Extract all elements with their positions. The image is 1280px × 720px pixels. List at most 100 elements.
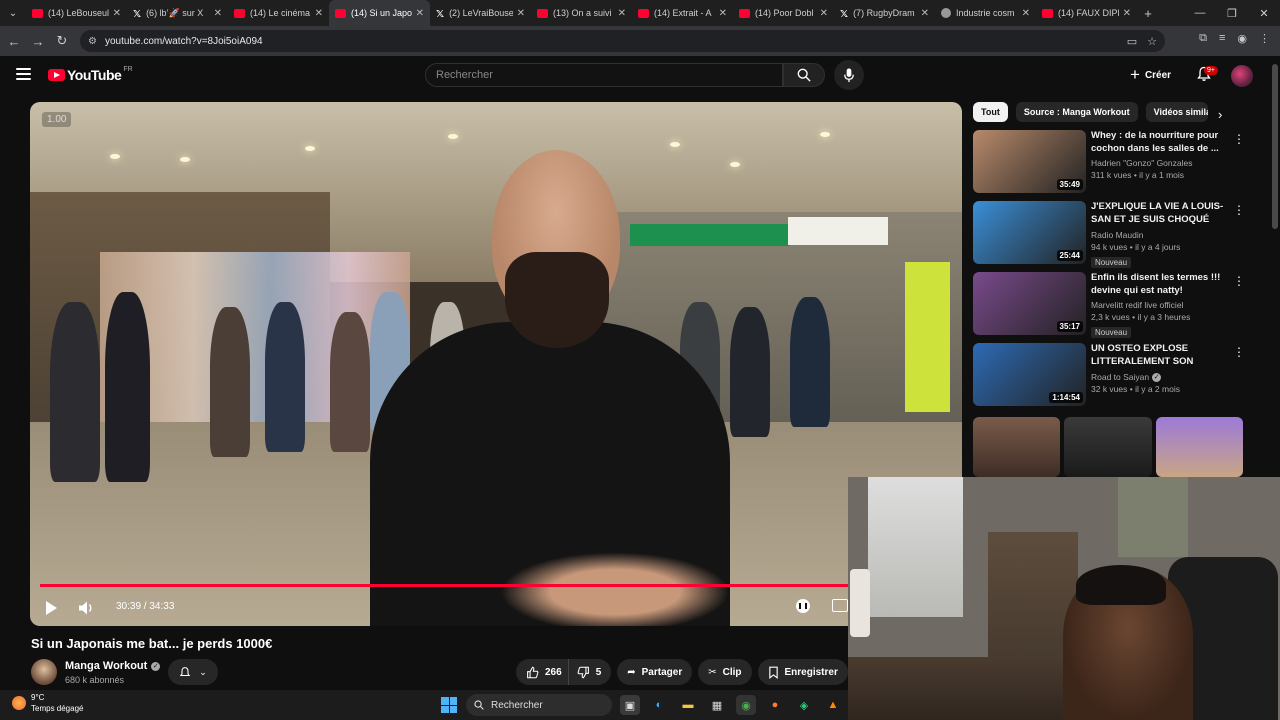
media-control-icon[interactable]: ≡ bbox=[1219, 32, 1225, 45]
share-button[interactable]: ➦ Partager bbox=[617, 659, 693, 685]
profile-icon[interactable]: ◉ bbox=[1237, 32, 1247, 45]
taskbar-search[interactable]: Rechercher bbox=[466, 694, 612, 716]
extensions-puzzle-icon[interactable]: ⧉ bbox=[1199, 32, 1207, 45]
youtube-logo[interactable]: YouTube FR bbox=[48, 66, 133, 83]
app-icon[interactable]: ◈ bbox=[794, 695, 814, 715]
more-options-icon[interactable]: ⋮ bbox=[1233, 132, 1245, 146]
browser-tab[interactable]: (14) LeBouseul ✕ bbox=[26, 0, 127, 26]
tab-close-icon[interactable]: ✕ bbox=[820, 8, 828, 19]
browser-tab[interactable]: (14) Le cinéma ✕ bbox=[228, 0, 329, 26]
tab-close-icon[interactable]: ✕ bbox=[517, 8, 525, 19]
video-thumbnail[interactable]: 35:17 bbox=[973, 272, 1086, 335]
tab-close-icon[interactable]: ✕ bbox=[618, 8, 626, 19]
new-tab-button[interactable]: + bbox=[1137, 6, 1159, 21]
video-player[interactable]: 1.00 30:39 / 34:33 bbox=[30, 102, 962, 626]
short-thumbnail[interactable] bbox=[1064, 417, 1152, 477]
scrollbar-thumb[interactable] bbox=[1272, 64, 1278, 229]
close-window-icon[interactable]: ✕ bbox=[1248, 7, 1280, 20]
create-button[interactable]: + Créer bbox=[1130, 65, 1171, 85]
tab-close-icon[interactable]: ✕ bbox=[1022, 8, 1030, 19]
tab-search-icon[interactable]: ⌄ bbox=[0, 0, 26, 26]
recommendation-channel[interactable]: Marvelitt redif live officiel bbox=[1091, 300, 1183, 310]
bookmark-star-icon[interactable]: ☆ bbox=[1147, 35, 1157, 48]
browser-tab[interactable]: 𝕏 (6) lb’🚀 sur X ✕ bbox=[127, 0, 228, 26]
more-options-icon[interactable]: ⋮ bbox=[1233, 203, 1245, 217]
firefox-icon[interactable]: ● bbox=[765, 695, 785, 715]
tab-close-icon[interactable]: ✕ bbox=[113, 8, 121, 19]
chip-similar[interactable]: Vidéos simila bbox=[1145, 102, 1208, 122]
chip-all[interactable]: Tout bbox=[973, 102, 1008, 122]
more-options-icon[interactable]: ⋮ bbox=[1233, 274, 1245, 288]
tab-close-icon[interactable]: ✕ bbox=[719, 8, 727, 19]
windows-start-icon[interactable] bbox=[441, 697, 457, 713]
vlc-icon[interactable]: ▲ bbox=[823, 695, 843, 715]
video-thumbnail[interactable]: 25:44 bbox=[973, 201, 1086, 264]
chrome-icon[interactable]: ◉ bbox=[736, 695, 756, 715]
recommendation-item[interactable]: 1:14:54 UN OSTEO EXPLOSE LITTERALEMENT S… bbox=[973, 343, 1248, 414]
forward-arrow-icon[interactable]: → bbox=[26, 34, 50, 49]
video-thumbnail[interactable]: 35:49 bbox=[973, 130, 1086, 193]
autoplay-toggle[interactable] bbox=[796, 599, 810, 613]
like-button[interactable]: 266 bbox=[516, 659, 568, 685]
browser-tab[interactable]: 𝕏 (7) RugbyDram ✕ bbox=[834, 0, 935, 26]
address-bar[interactable]: ⚙ youtube.com/watch?v=8Joi5oiA094 ▭ ☆ bbox=[80, 30, 1165, 52]
weather-widget[interactable]: 9°C Temps dégagé bbox=[12, 692, 83, 714]
browser-tab[interactable]: (14) FAUX DIPL ✕ bbox=[1036, 0, 1137, 26]
play-icon[interactable] bbox=[46, 601, 57, 615]
recommendation-channel[interactable]: Radio Maudin bbox=[1091, 230, 1143, 240]
recommendation-channel[interactable]: Hadrien "Gonzo" Gonzales bbox=[1091, 158, 1192, 168]
cast-icon[interactable]: ▭ bbox=[1127, 35, 1137, 48]
recommendation-item[interactable]: 35:49 Whey : de la nourriture pour cocho… bbox=[973, 130, 1248, 201]
recommendation-title[interactable]: Enfin ils disent les termes !!! devine q… bbox=[1091, 272, 1231, 297]
recommendation-channel[interactable]: Road to Saiyan bbox=[1091, 372, 1149, 382]
browser-tab[interactable]: (14) Extrait - A ✕ bbox=[632, 0, 733, 26]
save-button[interactable]: Enregistrer bbox=[757, 659, 848, 685]
menu-icon[interactable] bbox=[16, 68, 31, 80]
window-controls: — ❐ ✕ bbox=[1184, 0, 1280, 26]
dislike-button[interactable]: 5 bbox=[567, 659, 612, 685]
volume-icon[interactable] bbox=[78, 600, 96, 616]
subtitles-icon[interactable] bbox=[832, 599, 848, 612]
task-view-icon[interactable]: ▣ bbox=[620, 695, 640, 715]
recommendation-title[interactable]: J'EXPLIQUE LA VIE A LOUIS-SAN ET JE SUIS… bbox=[1091, 201, 1231, 227]
back-arrow-icon[interactable]: ← bbox=[2, 34, 26, 49]
browser-tab[interactable]: (14) Si un Japo ✕ bbox=[329, 0, 430, 26]
search-button[interactable] bbox=[783, 63, 825, 87]
browser-tab[interactable]: Industrie cosm ✕ bbox=[935, 0, 1036, 26]
browser-tab[interactable]: (14) Poor Dobl ✕ bbox=[733, 0, 834, 26]
reload-icon[interactable]: ↻ bbox=[50, 33, 74, 49]
clip-button[interactable]: ✂ Clip bbox=[698, 659, 752, 685]
minimize-icon[interactable]: — bbox=[1184, 7, 1216, 19]
tab-close-icon[interactable]: ✕ bbox=[315, 8, 323, 19]
edge-icon[interactable]: ◐ bbox=[649, 695, 669, 715]
store-icon[interactable]: ▦ bbox=[707, 695, 727, 715]
file-explorer-icon[interactable]: ▬ bbox=[678, 695, 698, 715]
recommendation-title[interactable]: UN OSTEO EXPLOSE LITTERALEMENT SON METIE… bbox=[1091, 343, 1231, 369]
channel-avatar[interactable] bbox=[31, 659, 57, 685]
restore-icon[interactable]: ❐ bbox=[1216, 7, 1248, 20]
tab-close-icon[interactable]: ✕ bbox=[416, 8, 424, 19]
chip-source[interactable]: Source : Manga Workout bbox=[1015, 102, 1138, 122]
user-avatar[interactable] bbox=[1231, 65, 1253, 87]
tab-close-icon[interactable]: ✕ bbox=[214, 8, 222, 19]
chevron-right-icon[interactable]: › bbox=[1218, 107, 1222, 122]
recommendation-item[interactable]: 35:17 Enfin ils disent les termes !!! de… bbox=[973, 272, 1248, 343]
notification-count-badge: 9+ bbox=[1204, 66, 1218, 75]
short-thumbnail[interactable] bbox=[973, 417, 1061, 477]
browser-tab[interactable]: (13) On a suivi ✕ bbox=[531, 0, 632, 26]
site-info-icon[interactable]: ⚙ bbox=[88, 36, 97, 47]
voice-search-button[interactable] bbox=[834, 60, 864, 90]
tab-close-icon[interactable]: ✕ bbox=[1123, 8, 1131, 19]
browser-tab[interactable]: 𝕏 (2) LeVraiBouse ✕ bbox=[430, 0, 531, 26]
channel-name-link[interactable]: Manga Workout ✓ bbox=[65, 660, 161, 672]
more-options-icon[interactable]: ⋮ bbox=[1233, 345, 1245, 359]
subscription-notification-button[interactable]: ⌄ bbox=[168, 659, 218, 685]
recommendation-item[interactable]: 25:44 J'EXPLIQUE LA VIE A LOUIS-SAN ET J… bbox=[973, 201, 1248, 272]
recommendation-title[interactable]: Whey : de la nourriture pour cochon dans… bbox=[1091, 130, 1231, 155]
tab-close-icon[interactable]: ✕ bbox=[921, 8, 929, 19]
progress-bar[interactable] bbox=[40, 584, 952, 587]
browser-menu-icon[interactable]: ⋮ bbox=[1259, 32, 1270, 45]
video-thumbnail[interactable]: 1:14:54 bbox=[973, 343, 1086, 406]
short-thumbnail[interactable] bbox=[1155, 417, 1243, 477]
search-input[interactable] bbox=[436, 69, 782, 81]
